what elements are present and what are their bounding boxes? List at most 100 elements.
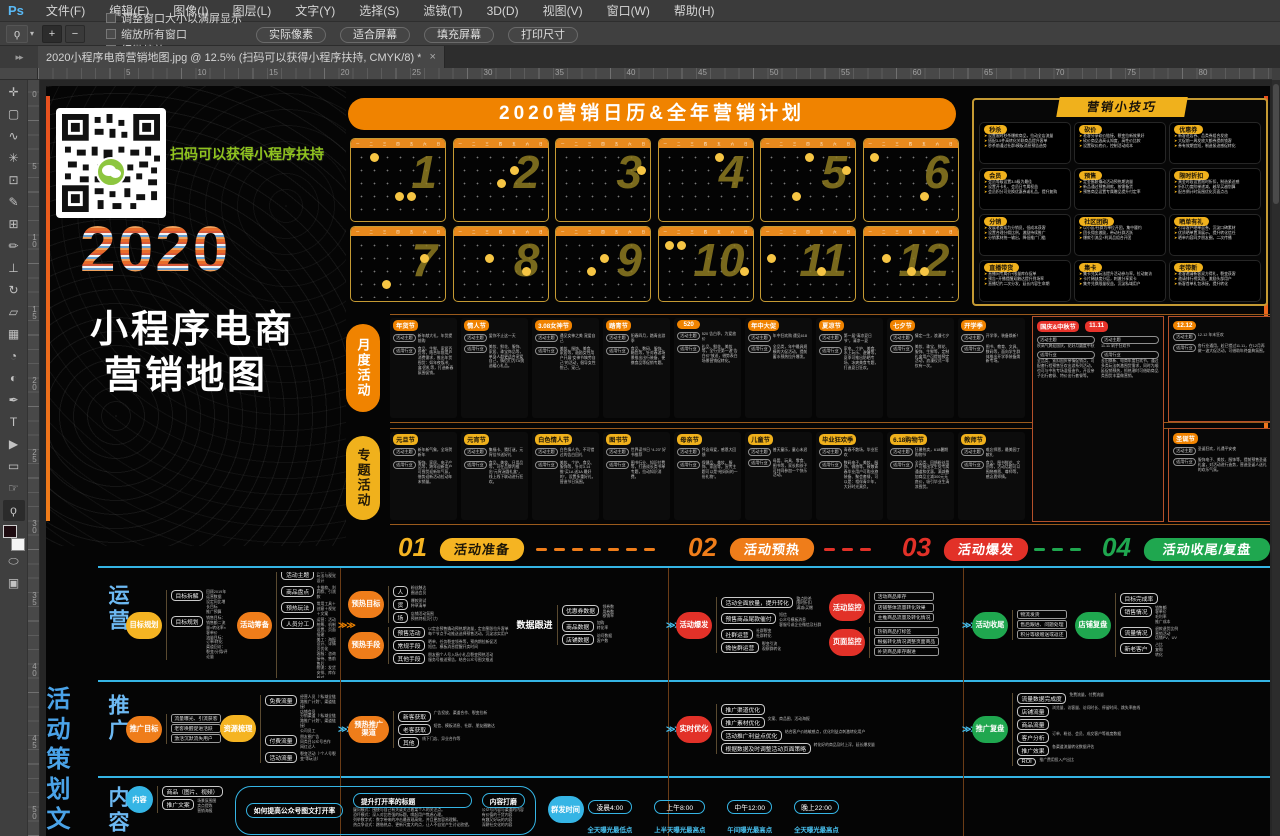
branch-item: 流量曝光、引流获客 — [171, 714, 221, 723]
options-button[interactable]: 实际像素 — [256, 27, 326, 43]
industry-label: 适用行业 — [606, 347, 629, 355]
eyedropper-tool[interactable]: ✎ — [3, 192, 25, 213]
highlight-day — [497, 179, 506, 188]
color-swatches[interactable] — [3, 525, 25, 551]
options-checkbox[interactable]: 缩放所有窗口 — [106, 26, 242, 42]
menu-item[interactable]: 窗口(W) — [595, 4, 662, 18]
tip-card: 晒单有礼➤引导客户晒单返券，沉淀口碑素材➤优质晒单置顶展示，提升转化信任➤晒单内… — [1169, 214, 1261, 256]
highlight-day — [740, 267, 749, 276]
branch-item: 热销商品打标签 — [874, 627, 938, 636]
options-checkbox[interactable]: 调整窗口大小以满屏显示 — [106, 10, 242, 26]
activity-card-title: 开学季 — [961, 320, 986, 331]
dodge-tool[interactable]: ◐ — [3, 368, 25, 389]
lasso-tool[interactable]: ∿ — [3, 126, 25, 147]
activity-card-title: 12.12 — [1173, 321, 1196, 330]
poster-document[interactable]: 扫码可以获得小程序扶持 2020 小程序电商 营销地图 2020营销日历&全年营… — [46, 86, 1270, 836]
marquee-tool[interactable]: ▢ — [3, 104, 25, 125]
industry-label: 适用行业 — [677, 345, 700, 353]
photoshop-window: Ps 文件(F)编辑(E)图像(I)图层(L)文字(Y)选择(S)滤镜(T)3D… — [0, 0, 1280, 836]
ruler-number: 70 — [1056, 68, 1065, 77]
menu-item[interactable]: 帮助(H) — [662, 4, 727, 18]
checkbox-box[interactable] — [106, 29, 116, 39]
activity-card-title: 七夕节 — [890, 320, 915, 331]
branch-label: 目标完成率 — [1120, 593, 1158, 604]
document-tab[interactable]: 2020小程序电商营销地图.jpg @ 12.5% (扫码可以获得小程序扶持, … — [38, 46, 445, 68]
shape-tool[interactable]: ▭ — [3, 456, 25, 477]
menu-item[interactable]: 滤镜(T) — [411, 4, 474, 18]
foreground-color-swatch[interactable] — [3, 525, 17, 538]
industry-label: 适用行业 — [606, 461, 629, 469]
menu-item[interactable]: 选择(S) — [347, 4, 411, 18]
poster-left-frame — [46, 96, 50, 521]
branch-label: 活动全面放量，提升转化 — [721, 597, 793, 608]
tool-preset-dropdown-icon[interactable]: ▾ — [30, 29, 34, 38]
checkbox-box[interactable] — [106, 13, 116, 23]
tab-close-icon[interactable]: × — [429, 51, 435, 63]
ruler-number: 20 — [30, 376, 39, 390]
menu-item[interactable]: 文字(Y) — [283, 4, 347, 18]
screen-mode-button[interactable]: ▣ — [3, 573, 25, 594]
menu-item[interactable]: 3D(D) — [475, 4, 531, 18]
activity-card: 年货节活动主题新年献大礼，年货提前购适用行业食品、生鲜、家居百货等，结合年前用户… — [390, 318, 457, 418]
industry-label: 适用行业 — [748, 459, 771, 467]
activity-card-title: 毕业狂欢季 — [819, 434, 856, 445]
brush-tool[interactable]: ✏ — [3, 236, 25, 257]
panel-collapse-stub[interactable]: ▸▸ — [0, 46, 38, 68]
zoom-tool[interactable]: ϙ — [3, 500, 25, 521]
ruler-number: 15 — [30, 305, 39, 319]
background-color-swatch[interactable] — [11, 538, 25, 551]
activity-card-title: 踏青节 — [606, 320, 631, 331]
activity-card-title: 儿童节 — [748, 434, 773, 445]
highlight-day — [407, 192, 416, 201]
horizontal-ruler[interactable]: 5101520253035404550556065707580 — [38, 68, 1272, 80]
options-button[interactable]: 适合屏幕 — [340, 27, 410, 43]
hand-tool[interactable]: ☞ — [3, 478, 25, 499]
branch-label: 店铺数据 — [562, 634, 594, 645]
branch-label: 活动推广利益点优化 — [721, 730, 782, 741]
gradient-tool[interactable]: ▦ — [3, 324, 25, 345]
send-time: 中午12:00午间曝光最高点 — [727, 800, 772, 834]
activity-card-title: 圣诞节 — [1173, 433, 1198, 444]
activity-card: 12.12活动主题12.12 年末狂欢适用行业各行业通用，趁已错过11.11，在… — [1168, 316, 1270, 422]
branch-label: 其他 — [398, 737, 419, 748]
healing-brush-tool[interactable]: ⊞ — [3, 214, 25, 235]
pen-tool[interactable]: ✒ — [3, 390, 25, 411]
type-tool[interactable]: T — [3, 412, 25, 433]
theme-label: 活动主题 — [535, 334, 558, 342]
highlight-day — [842, 166, 851, 175]
path-select-tool[interactable]: ▶ — [3, 434, 25, 455]
vertical-ruler[interactable]: 05101520253035404550 — [28, 80, 40, 836]
vertical-scrollbar[interactable] — [1272, 80, 1280, 836]
branch-label: 推广渠道优化 — [721, 704, 765, 715]
clone-stamp-tool[interactable]: ⊥ — [3, 258, 25, 279]
crop-tool[interactable]: ⊡ — [3, 170, 25, 191]
quick-mask-button[interactable]: ⬭ — [3, 551, 25, 572]
eraser-tool[interactable]: ▱ — [3, 302, 25, 323]
time-pill: 凌晨4:00 — [588, 800, 633, 814]
blur-tool[interactable]: ◔ — [3, 346, 25, 367]
band-row-label: 专题活动 — [346, 436, 380, 520]
canvas-area[interactable]: 扫码可以获得小程序扶持 2020 小程序电商 营销地图 2020营销日历&全年营… — [40, 80, 1272, 836]
options-button[interactable]: 打印尺寸 — [508, 27, 578, 43]
activity-card-title: 图书节 — [606, 434, 631, 445]
activity-card: 元宵节活动主题集福卡、猜灯谜，元宵佳节送好礼适用行业食品、美妆、日用品等，可在品… — [461, 432, 528, 520]
tip-card: 限时折扣➤黄金时段设置限时折扣，制造紧迫感➤折扣力度阶梯递减，越早买越划算➤配合… — [1169, 168, 1261, 210]
mindmap-node: 预热手段 — [348, 632, 384, 659]
mindmap-column: 活动收尾物流发货售后跟进、问题处理积分等级赠送或返还店铺复盘目标完成率销售情况销… — [972, 572, 1268, 678]
history-brush-tool[interactable]: ↻ — [3, 280, 25, 301]
ruler-number: 25 — [30, 448, 39, 462]
zoom-in-button[interactable]: + — [42, 25, 62, 43]
move-tool[interactable]: ✛ — [3, 82, 25, 103]
menu-item[interactable]: 视图(V) — [531, 4, 595, 18]
scrollbar-thumb[interactable] — [1273, 84, 1279, 204]
highlight-day — [715, 153, 724, 162]
zoom-out-button[interactable]: − — [65, 25, 85, 43]
options-button[interactable]: 填充屏幕 — [424, 27, 494, 43]
highlight-day — [767, 254, 776, 263]
highlight-day — [510, 166, 519, 175]
highlight-day — [522, 267, 531, 276]
mindmap-column: 推广目标流量曝光、引流获客老客唤醒促进活跃激活沉默流失用户资源梳理免费流量经营人… — [126, 684, 336, 774]
branch-label: 商品数据 — [562, 621, 594, 632]
ruler-number: 20 — [341, 68, 350, 77]
magic-wand-tool[interactable]: ✳ — [3, 148, 25, 169]
